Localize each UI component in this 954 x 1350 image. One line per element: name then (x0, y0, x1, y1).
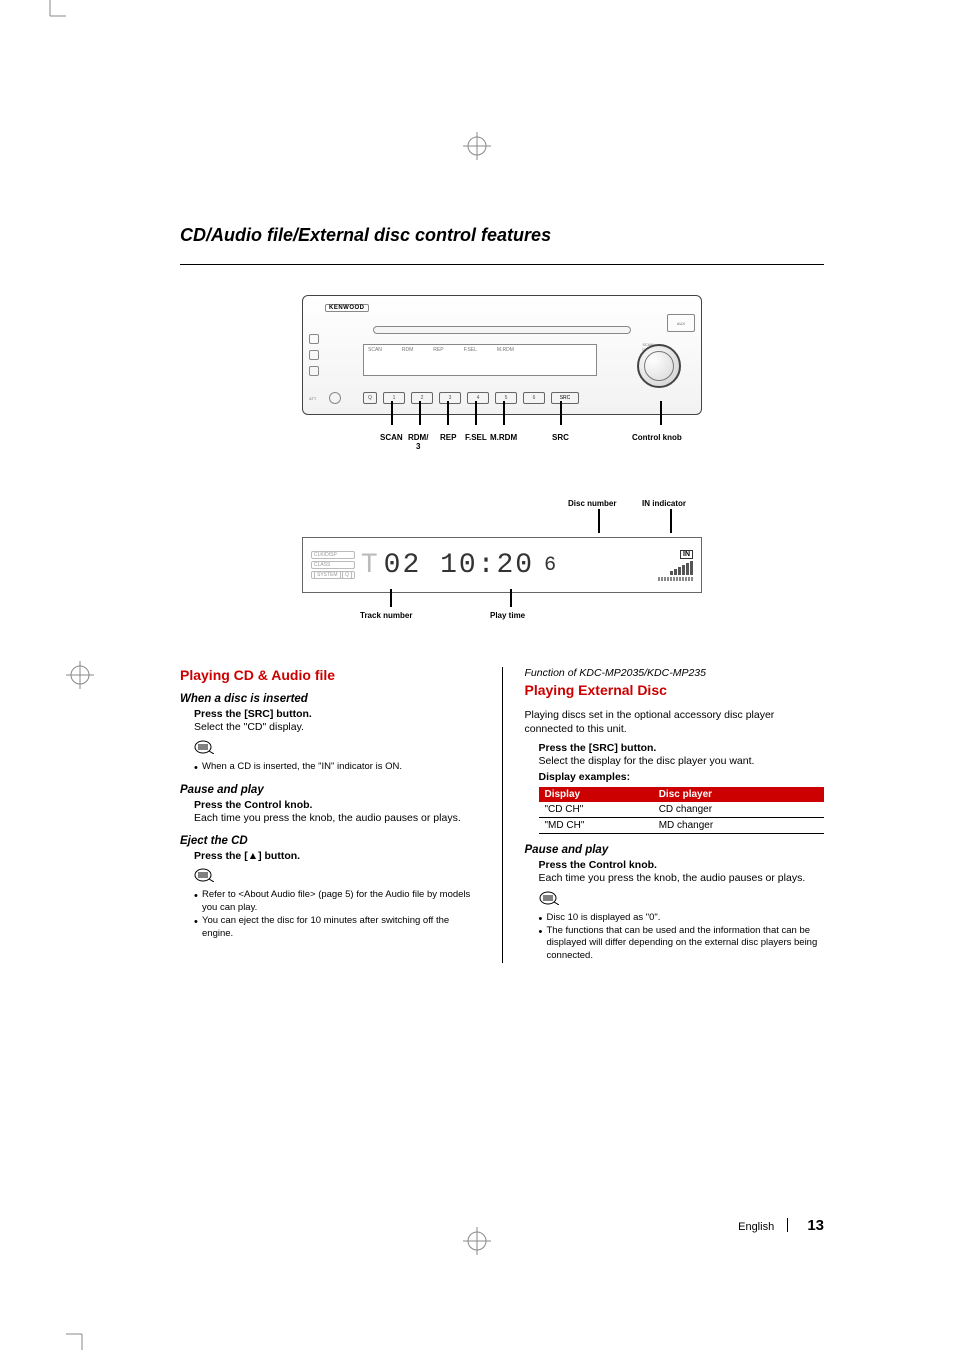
text-pause-play-ext: Each time you press the knob, the audio … (539, 871, 825, 885)
section-title: CD/Audio file/External disc control feat… (180, 225, 824, 246)
footer-page-number: 13 (807, 1217, 824, 1234)
callout-scan: SCAN (380, 433, 403, 442)
preset-button-5: 5 (495, 392, 517, 404)
registration-mark-left (66, 661, 94, 689)
eject-glyph-inline: ▲ (248, 850, 258, 862)
att-label: ATT (309, 396, 316, 401)
text-select-disc-player: Select the display for the disc player y… (539, 754, 825, 768)
registration-mark-bottom (463, 1227, 491, 1255)
callout-track-number: Track number (360, 611, 412, 620)
lcd-left-badges: CLK/DISP CLASS SYSTEM Q (311, 551, 355, 579)
step-press-src: Press the [SRC] button. (194, 708, 480, 720)
callout-rdm: RDM/ 3 (408, 433, 428, 451)
device-callouts: SCAN RDM/ 3 REP F.SEL M.RDM SRC Control … (302, 415, 702, 471)
callout-fsel: F.SEL (465, 433, 487, 442)
callout-rep: REP (440, 433, 456, 442)
note-icon (194, 740, 480, 759)
heading-playing-cd: Playing CD & Audio file (180, 667, 480, 683)
th-disc-player: Disc player (653, 787, 824, 802)
note-functions-differ: The functions that can be used and the i… (547, 925, 825, 963)
callout-play-time: Play time (490, 611, 525, 620)
callout-in-indicator: IN indicator (642, 499, 686, 508)
lcd-figure: Disc number IN indicator CLK/DISP CLASS … (302, 509, 702, 625)
lcd-in-indicator: IN (680, 550, 693, 559)
disc-slot (373, 326, 631, 334)
device-screen: SCAN RDM REP F.SEL M.RDM (363, 344, 597, 376)
step-press-eject: Press the [▲] button. (194, 850, 480, 862)
preset-button-1: 1 (383, 392, 405, 404)
device-brand: KENWOOD (325, 304, 369, 312)
subhead-eject: Eject the CD (180, 835, 480, 847)
aux-port: AUX (667, 314, 695, 332)
control-knob (637, 344, 681, 388)
subhead-disc-inserted: When a disc is inserted (180, 693, 480, 705)
title-rule (180, 264, 824, 265)
text-pause-play: Each time you press the knob, the audio … (194, 811, 480, 825)
lcd-digits: T 02 10:20 6 (361, 550, 652, 581)
att-button (329, 392, 341, 404)
display-examples-table: Display Disc player "CD CH" CD changer "… (539, 787, 825, 834)
device-figure: KENWOOD ▲ AUX SCAN RDM REP F.SEL M.RDM S… (302, 295, 702, 471)
preset-button-4: 4 (467, 392, 489, 404)
crop-mark-bottom-left (66, 1326, 90, 1350)
note-icon (539, 891, 825, 910)
callout-src: SRC (552, 433, 569, 442)
note-icon (194, 868, 480, 887)
preset-button-row: Q 1 2 3 4 5 6 SRC (363, 392, 605, 404)
lcd-spectrum (658, 577, 693, 581)
callout-mrdm: M.RDM (490, 433, 517, 442)
crop-mark-top-left (42, 0, 66, 24)
lcd-level-bars (670, 561, 693, 575)
subhead-pause-play: Pause and play (180, 784, 480, 796)
device-left-buttons (309, 334, 319, 376)
note-about-audio-file: Refer to <About Audio file> (page 5) for… (202, 889, 480, 915)
table-row: "MD CH" MD changer (539, 817, 825, 833)
src-button: SRC (551, 392, 579, 404)
intro-external-disc: Playing discs set in the optional access… (525, 708, 825, 736)
callout-control-knob: Control knob (632, 433, 682, 442)
text-select-cd: Select the "CD" display. (194, 720, 480, 734)
note-in-indicator: When a CD is inserted, the "IN" indicato… (202, 761, 480, 774)
function-of-line: Function of KDC-MP2035/KDC-MP235 (525, 667, 825, 679)
table-row: "CD CH" CD changer (539, 802, 825, 818)
registration-mark-top (463, 132, 491, 160)
page-footer: English 13 (738, 1217, 824, 1234)
callout-disc-number: Disc number (568, 499, 616, 508)
heading-playing-external: Playing External Disc (525, 682, 825, 698)
preset-button-3: 3 (439, 392, 461, 404)
th-display: Display (539, 787, 653, 802)
preset-button-2: 2 (411, 392, 433, 404)
note-eject-10min: You can eject the disc for 10 minutes af… (202, 915, 480, 941)
step-press-knob-ext: Press the Control knob. (539, 859, 825, 871)
footer-language: English (738, 1221, 774, 1233)
preset-button-6: 6 (523, 392, 545, 404)
note-disc10: Disc 10 is displayed as "0". (547, 912, 825, 925)
preset-button-q: Q (363, 392, 377, 404)
subhead-pause-play-ext: Pause and play (525, 844, 825, 856)
display-examples-heading: Display examples: (539, 771, 825, 783)
step-press-knob: Press the Control knob. (194, 799, 480, 811)
step-press-src-ext: Press the [SRC] button. (539, 742, 825, 754)
